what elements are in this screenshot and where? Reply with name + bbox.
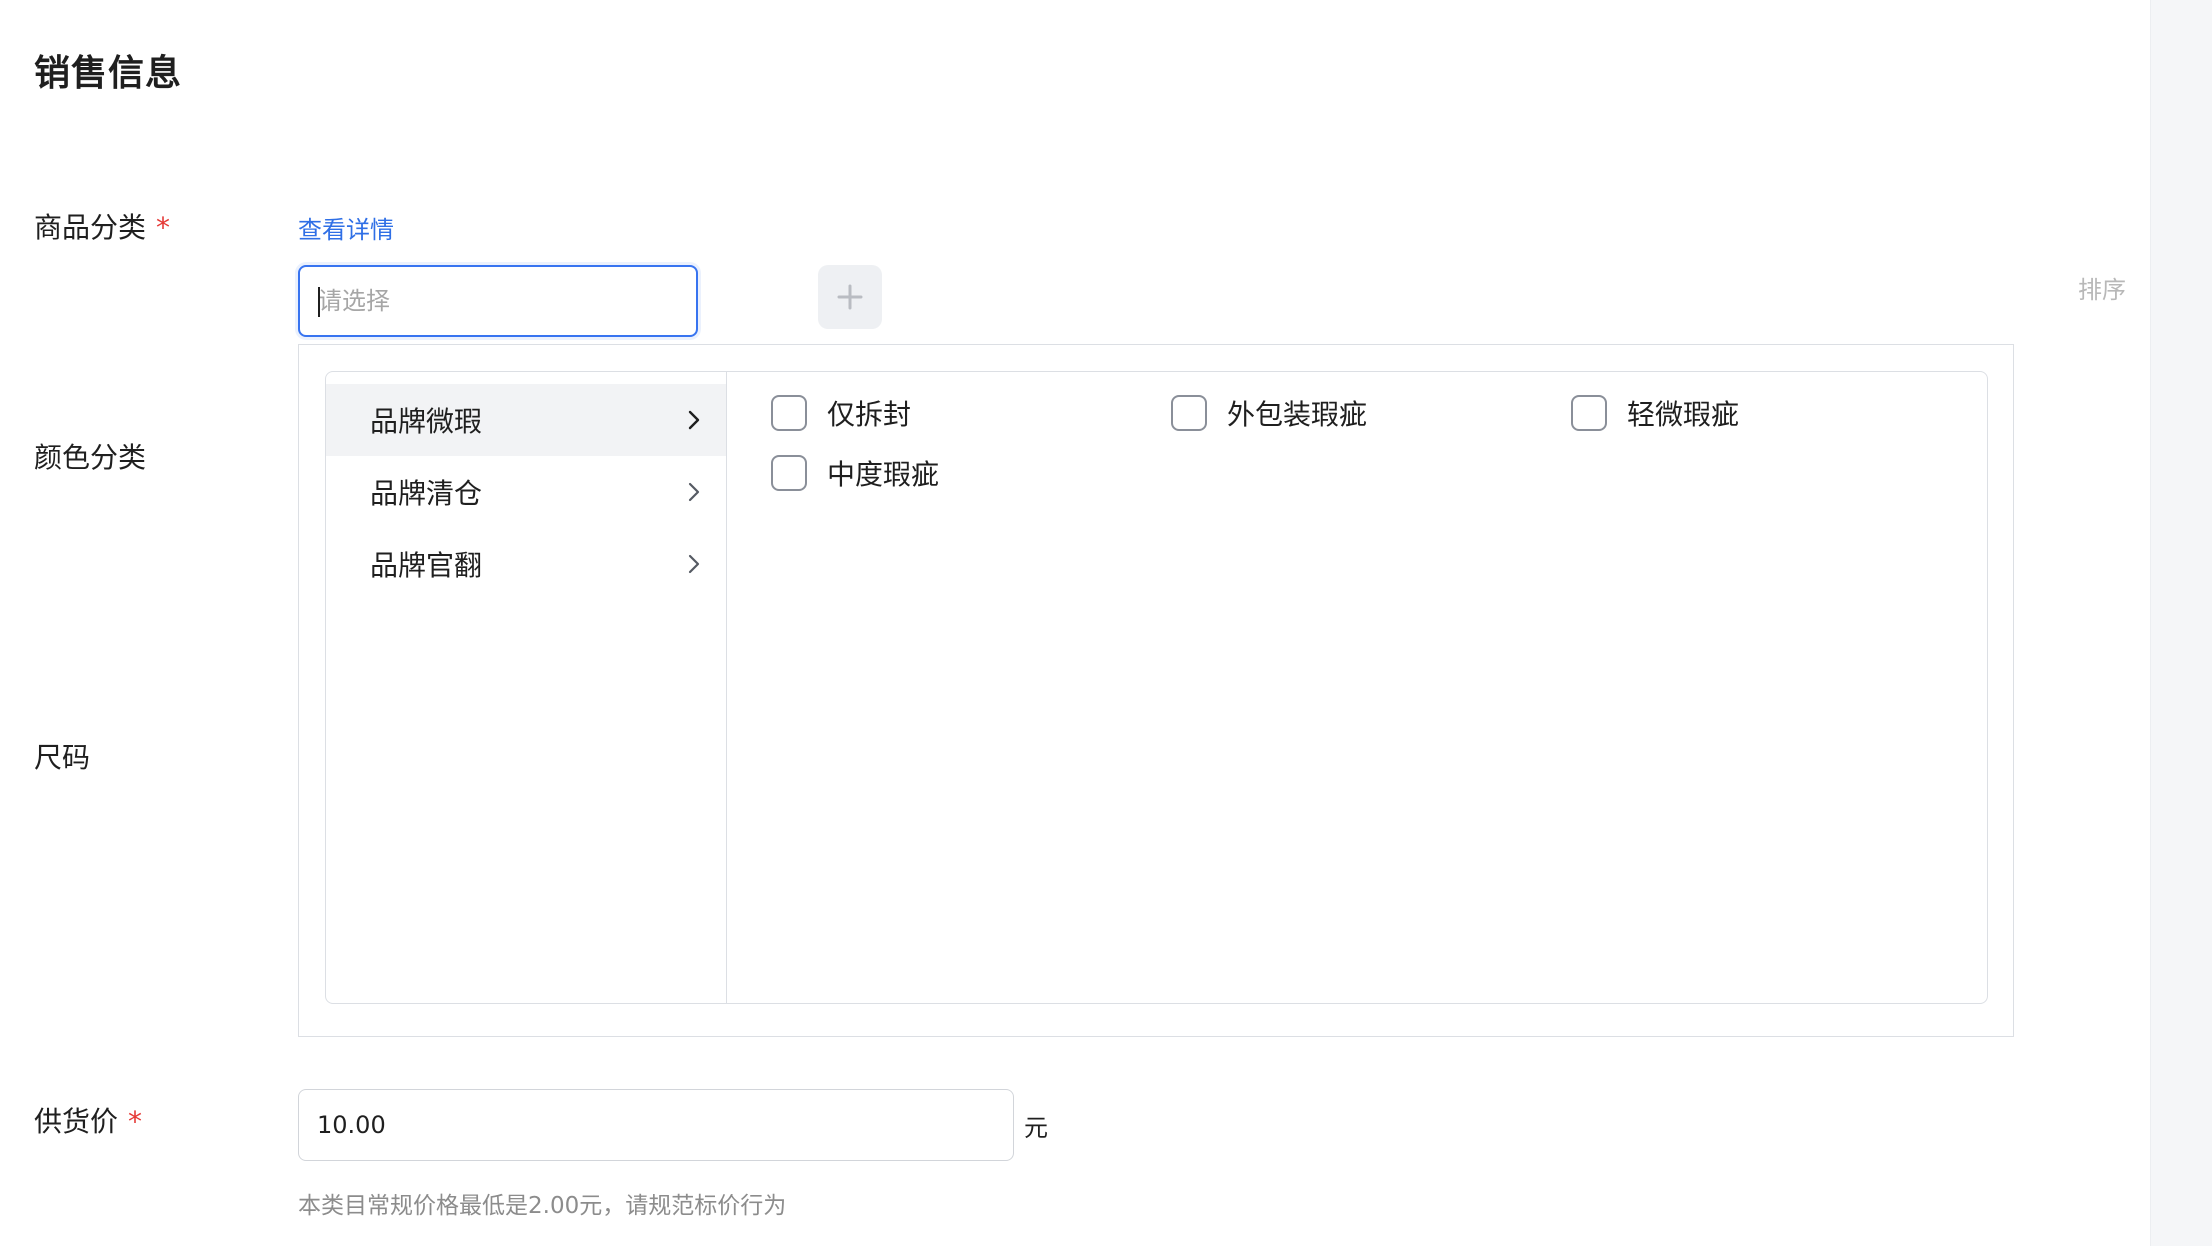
cascader-item-brand-minor-flaw[interactable]: 品牌微瑕 bbox=[326, 384, 726, 456]
size-label: 尺码 bbox=[34, 741, 91, 774]
cascader-item-brand-refurbished[interactable]: 品牌官翻 bbox=[326, 528, 726, 600]
supply-price-label: 供货价 bbox=[34, 1105, 119, 1138]
section-title: 销售信息 bbox=[34, 53, 183, 94]
chevron-right-icon bbox=[688, 554, 700, 574]
option-label: 中度瑕疵 bbox=[827, 458, 940, 491]
option-label: 外包装瑕疵 bbox=[1227, 398, 1368, 431]
required-mark: * bbox=[156, 211, 171, 244]
checkbox[interactable] bbox=[771, 455, 807, 491]
option-packaging-flaw[interactable]: 外包装瑕疵 bbox=[1171, 393, 1367, 433]
text-caret bbox=[318, 287, 320, 317]
price-hint: 本类目常规价格最低是2.00元，请规范标价行为 bbox=[298, 1193, 787, 1219]
checkbox[interactable] bbox=[771, 395, 807, 431]
option-moderate-flaw[interactable]: 中度瑕疵 bbox=[771, 453, 939, 493]
cascader-item-brand-clearance[interactable]: 品牌清仓 bbox=[326, 456, 726, 528]
supply-price-field[interactable] bbox=[299, 1090, 1013, 1160]
category-select-field[interactable] bbox=[300, 267, 696, 335]
add-category-button[interactable] bbox=[818, 265, 882, 329]
chevron-right-icon bbox=[688, 482, 700, 502]
supply-price-label-row: 供货价 * bbox=[34, 1100, 142, 1140]
category-label: 商品分类 bbox=[34, 211, 147, 244]
option-label: 轻微瑕疵 bbox=[1627, 398, 1740, 431]
page: 销售信息 商品分类 * 查看详情 排序 颜色分类 尺码 品牌微瑕 品牌清仓 品牌官… bbox=[0, 0, 2212, 1246]
cascader-item-label: 品牌官翻 bbox=[370, 549, 483, 582]
option-minor-flaw[interactable]: 轻微瑕疵 bbox=[1571, 393, 1739, 433]
view-details-link[interactable]: 查看详情 bbox=[298, 210, 394, 245]
right-scroll-area bbox=[2150, 0, 2212, 1246]
category-select-input[interactable] bbox=[298, 265, 698, 337]
cascader-item-label: 品牌清仓 bbox=[370, 477, 483, 510]
sort-button[interactable]: 排序 bbox=[2078, 270, 2126, 305]
cascader-category-list: 品牌微瑕 品牌清仓 品牌官翻 bbox=[326, 372, 727, 1003]
category-cascader: 品牌微瑕 品牌清仓 品牌官翻 仅拆封 外包装瑕疵 轻微瑕疵 中度瑕疵 bbox=[325, 371, 1988, 1004]
option-unsealed-only[interactable]: 仅拆封 bbox=[771, 393, 911, 433]
plus-icon bbox=[837, 284, 863, 310]
price-unit: 元 bbox=[1024, 1114, 1048, 1142]
color-label: 颜色分类 bbox=[34, 441, 147, 474]
supply-price-input[interactable] bbox=[298, 1089, 1014, 1161]
checkbox[interactable] bbox=[1571, 395, 1607, 431]
cascader-item-label: 品牌微瑕 bbox=[370, 405, 483, 438]
checkbox[interactable] bbox=[1171, 395, 1207, 431]
option-label: 仅拆封 bbox=[827, 398, 912, 431]
required-mark: * bbox=[128, 1105, 143, 1138]
cascader-option-panel: 仅拆封 外包装瑕疵 轻微瑕疵 中度瑕疵 bbox=[728, 372, 1987, 1003]
category-label-row: 商品分类 * bbox=[34, 206, 170, 246]
chevron-right-icon bbox=[688, 410, 700, 430]
